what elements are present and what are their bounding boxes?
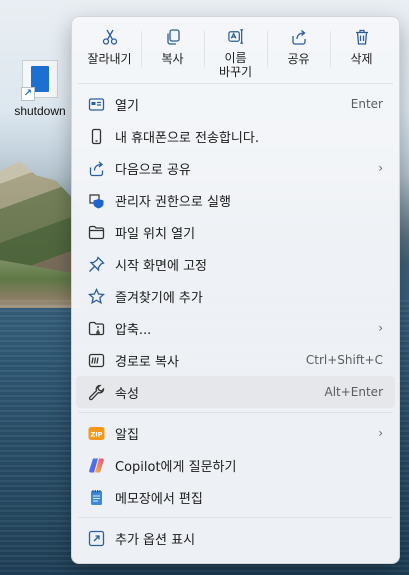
menu-item-copy-as-path[interactable]: 경로로 복사 Ctrl+Shift+C [76,344,395,376]
menu-item-label: 경로로 복사 [115,354,179,370]
menu-item-label: 메모장에서 편집 [115,491,203,507]
copy-button[interactable]: 복사 [141,23,204,79]
menu-item-shortcut: Enter [350,97,383,111]
desktop-icon-label: shutdown [14,104,66,118]
context-menu: 잘라내기 복사 이름 바꾸기 공유 삭제 열기 Enter 내 휴대폰으로 전송… [71,16,400,564]
menu-item-label: 시작 화면에 고정 [115,258,207,274]
menu-item-properties[interactable]: 속성 Alt+Enter [76,376,395,408]
menu-item-label: 파일 위치 열기 [115,226,196,242]
menu-item-label: 속성 [115,386,139,402]
folder-icon [88,225,105,239]
share-button[interactable]: 공유 [267,23,330,79]
menu-item-add-to-favorites[interactable]: 즐겨찾기에 추가 [76,280,395,312]
chevron-right-icon: › [378,161,383,175]
cut-icon [102,29,117,45]
cut-button[interactable]: 잘라내기 [78,23,141,79]
desktop-shortcut-shutdown[interactable]: ↗ shutdown [10,60,70,118]
menu-item-shortcut: Ctrl+Shift+C [305,353,383,367]
rename-label: 이름 바꾸기 [218,51,253,79]
menu-item-label: 압축... [115,322,152,338]
open-icon [88,97,105,111]
share-icon [291,30,306,45]
chevron-right-icon: › [378,426,383,440]
shortcut-file-icon: ↗ [21,60,58,101]
star-icon [88,287,105,304]
pin-icon [89,255,105,272]
menu-item-label: 즐겨찾기에 추가 [115,290,203,306]
context-menu-toolbar: 잘라내기 복사 이름 바꾸기 공유 삭제 [72,17,399,79]
copy-label: 복사 [161,52,184,66]
menu-item-label: 내 휴대폰으로 전송합니다. [115,130,259,146]
menu-item-ask-copilot[interactable]: Copilot에게 질문하기 [76,449,395,481]
share-with-icon [89,161,104,176]
share-label: 공유 [287,52,310,66]
delete-button[interactable]: 삭제 [330,23,393,79]
cut-label: 잘라내기 [87,52,132,66]
menu-item-label: 다음으로 공유 [115,162,191,178]
zip-icon: ZIP [88,426,105,440]
menu-item-shortcut: Alt+Enter [324,385,383,399]
wrench-icon [88,384,105,400]
delete-label: 삭제 [350,52,373,66]
phone-icon [91,128,102,144]
copilot-icon [89,458,104,472]
menu-separator [78,517,393,518]
menu-item-label: 추가 옵션 표시 [115,532,196,548]
menu-separator [78,83,393,84]
copy-path-icon [88,353,105,367]
copy-icon [166,29,180,45]
menu-separator [78,412,393,413]
menu-item-label: Copilot에게 질문하기 [115,459,237,475]
menu-item-label: 관리자 권한으로 실행 [115,194,231,210]
menu-item-compress[interactable]: 압축... › [76,312,395,344]
menu-item-pin-to-start[interactable]: 시작 화면에 고정 [76,248,395,280]
menu-item-run-as-admin[interactable]: 관리자 권한으로 실행 [76,184,395,216]
more-options-icon [88,530,105,546]
compress-folder-icon [88,321,105,335]
notepad-icon [91,489,102,505]
rename-button[interactable]: 이름 바꾸기 [204,23,267,79]
menu-item-send-to-phone[interactable]: 내 휴대폰으로 전송합니다. [76,120,395,152]
menu-item-share-with[interactable]: 다음으로 공유 › [76,152,395,184]
menu-item-show-more-options[interactable]: 추가 옵션 표시 [76,522,395,554]
rename-icon [227,29,243,44]
menu-item-alzip[interactable]: ZIP 알집 › [76,417,395,449]
admin-shield-icon [89,193,104,208]
shortcut-arrow-icon: ↗ [21,87,35,101]
menu-item-label: 열기 [115,98,139,114]
menu-item-edit-in-notepad[interactable]: 메모장에서 편집 [76,481,395,513]
zip-badge-text: ZIP [91,430,103,438]
menu-item-open-file-location[interactable]: 파일 위치 열기 [76,216,395,248]
menu-item-open[interactable]: 열기 Enter [76,88,395,120]
chevron-right-icon: › [378,321,383,335]
delete-icon [355,29,368,45]
menu-item-label: 알집 [115,427,139,443]
